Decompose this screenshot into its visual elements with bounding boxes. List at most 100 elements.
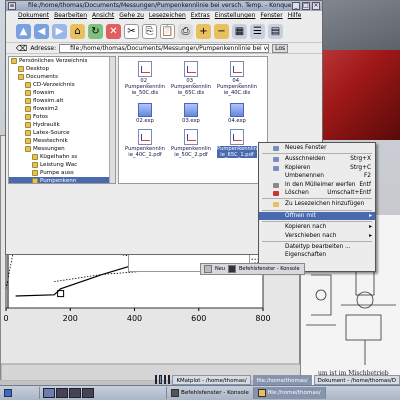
- menu-6[interactable]: Einstellungen: [215, 11, 256, 21]
- task-konqueror[interactable]: file:/home/thomas/: [252, 374, 312, 385]
- context-menu-label: Zu Lesezeichen hinzufügen: [285, 201, 365, 208]
- reload-icon[interactable]: ↻: [88, 24, 103, 39]
- home-icon[interactable]: ⌂: [70, 24, 85, 39]
- tree-item[interactable]: Desktop: [9, 65, 115, 73]
- clear-location-icon[interactable]: ⌫: [16, 44, 27, 53]
- tree-item[interactable]: flowsim: [9, 89, 115, 97]
- tree-item[interactable]: Pumpenkenn: [9, 177, 115, 183]
- up-arrow-icon[interactable]: ▲: [16, 24, 31, 39]
- file-item[interactable]: 03.exp: [171, 103, 211, 124]
- kde-menu-button[interactable]: [0, 387, 40, 399]
- icon-view-icon[interactable]: ▦: [232, 24, 247, 39]
- menu-5[interactable]: Extras: [191, 11, 210, 21]
- x-tick-label: 0: [3, 314, 8, 323]
- tree-item[interactable]: flowsim2: [9, 105, 115, 113]
- context-menu-label: Ausschneiden: [285, 156, 326, 163]
- pager-desktop-1[interactable]: [155, 375, 158, 384]
- context-menu-item[interactable]: Eigenschaften: [259, 251, 375, 259]
- konsole-icon: [228, 265, 236, 273]
- inner-task-konsole[interactable]: Befehlsfenster - Konsole: [239, 266, 300, 272]
- tree-item[interactable]: Messungen: [9, 145, 115, 153]
- pager-cell-2[interactable]: [56, 388, 68, 398]
- window-titlebar[interactable]: ≡ file:/home/thomas/Documents/Messungen/…: [6, 1, 322, 11]
- cut-icon[interactable]: ✂: [124, 24, 139, 39]
- back-arrow-icon[interactable]: ◀: [34, 24, 49, 39]
- menu-0[interactable]: Dokument: [18, 11, 49, 21]
- stop-icon[interactable]: ✕: [106, 24, 121, 39]
- tree-item-label: Messungen: [33, 146, 65, 152]
- sidebar-tree[interactable]: Persönliches Verzeichnis Desktop Documents…: [8, 56, 116, 184]
- go-button[interactable]: Los: [272, 43, 289, 53]
- context-menu-item[interactable]: Kopieren Strg+C: [259, 164, 375, 172]
- pdf-file-icon: [230, 129, 244, 145]
- file-item[interactable]: 04_ Pumpenkennlin ie_40C.dis: [217, 61, 257, 96]
- tree-item[interactable]: flowsim.alt: [9, 97, 115, 105]
- pager-cell-1[interactable]: [43, 388, 55, 398]
- menu-4[interactable]: Lesezeichen: [149, 11, 186, 21]
- menu-7[interactable]: Fenster: [260, 11, 282, 21]
- tree-item[interactable]: Hydraulik: [9, 121, 115, 129]
- tree-item[interactable]: Documents: [9, 73, 115, 81]
- tree-scrollbar[interactable]: [109, 57, 115, 183]
- context-menu-item[interactable]: Ausschneiden Strg+X: [259, 155, 375, 163]
- task-kmatplot[interactable]: KMatplot - /home/thomas/: [172, 374, 251, 385]
- context-menu-label: Kopieren nach: [285, 224, 327, 231]
- task-file-bottom[interactable]: file:/home/thomas/: [253, 387, 326, 399]
- maximize-icon[interactable]: □: [302, 2, 310, 10]
- file-icon-view[interactable]: 02_ Pumpenkennlin ie_50C.dis 03_ Pumpenkennl…: [118, 56, 268, 184]
- address-input[interactable]: [59, 43, 270, 53]
- context-menu-item[interactable]: Zu Lesezeichen hinzufügen: [259, 200, 375, 208]
- task-konsole-bottom[interactable]: Befehlsfenster - Konsole: [167, 387, 254, 399]
- tree-item[interactable]: Kügelhahn ss: [9, 153, 115, 161]
- file-item[interactable]: 02_ Pumpenkennlin ie_50C.dis: [125, 61, 165, 96]
- file-item[interactable]: Pumpenkennlin ie_40C_1.pdf: [125, 129, 165, 158]
- tree-item[interactable]: CD-Verzeichnis: [9, 81, 115, 89]
- tree-item[interactable]: Persönliches Verzeichnis: [9, 57, 115, 65]
- print-icon[interactable]: ⎙: [178, 24, 193, 39]
- context-menu-item[interactable]: Verschieben nach ▸: [259, 232, 375, 240]
- tree-item[interactable]: Messtechnik: [9, 137, 115, 145]
- context-menu-item[interactable]: Umbenennen F2: [259, 172, 375, 180]
- context-menu-item[interactable]: In den Mülleimer werfen Entf: [259, 181, 375, 189]
- forward-arrow-icon[interactable]: ▶: [52, 24, 67, 39]
- context-menu-item[interactable]: Löschen Umschalt+Entf: [259, 189, 375, 197]
- file-item[interactable]: Pumpenkennlin ie_65C_1.pdf: [217, 129, 257, 158]
- tree-item[interactable]: Pumpe auss: [9, 169, 115, 177]
- file-label: ie_50C.dis: [131, 90, 159, 96]
- pager-cell-4[interactable]: [82, 388, 94, 398]
- inner-task-new[interactable]: Neu: [215, 266, 225, 272]
- inner-desktop-icon[interactable]: [204, 265, 212, 273]
- pager-desktop-2[interactable]: [159, 375, 162, 384]
- menu-8[interactable]: Hilfe: [288, 11, 302, 21]
- paste-icon[interactable]: 📋: [160, 24, 175, 39]
- minimize-icon[interactable]: _: [292, 2, 300, 10]
- tree-item-label: Persönliches Verzeichnis: [19, 58, 88, 64]
- tree-item[interactable]: Fotos: [9, 113, 115, 121]
- menu-1[interactable]: Bearbeiten: [54, 11, 87, 21]
- copy-icon[interactable]: ⎘: [142, 24, 157, 39]
- list-view-icon[interactable]: ☰: [250, 24, 265, 39]
- file-item[interactable]: 04.exp: [217, 103, 257, 124]
- pager-desktop-4[interactable]: [168, 375, 171, 384]
- tree-item[interactable]: Leistung Wac: [9, 161, 115, 169]
- close-icon[interactable]: ×: [312, 2, 320, 10]
- zoom-in-icon[interactable]: +: [196, 24, 211, 39]
- context-menu[interactable]: Neues Fenster Ausschneiden Strg+X Kopieren S…: [258, 142, 376, 272]
- file-item[interactable]: 03_ Pumpenkennlin ie_65C.dis: [171, 61, 211, 96]
- context-menu-item[interactable]: Neues Fenster: [259, 144, 375, 152]
- menu-2[interactable]: Ansicht: [92, 11, 114, 21]
- context-menu-item[interactable]: Öffnen mit ▸: [259, 211, 375, 221]
- tree-item[interactable]: Latex-Source: [9, 129, 115, 137]
- task-document[interactable]: Dokument - /home/thomas/D: [313, 374, 400, 385]
- file-item[interactable]: Pumpenkennlin ie_50C_2.pdf: [171, 129, 211, 158]
- window-menu-icon[interactable]: ≡: [8, 2, 16, 10]
- detail-view-icon[interactable]: ▤: [268, 24, 283, 39]
- context-menu-item[interactable]: Dateityp bearbeiten ...: [259, 243, 375, 251]
- file-item[interactable]: 02.exp: [125, 103, 165, 124]
- zoom-out-icon[interactable]: −: [214, 24, 229, 39]
- pager-desktop-3[interactable]: [163, 375, 167, 384]
- context-menu-item[interactable]: Kopieren nach ▸: [259, 223, 375, 231]
- pager-cell-3[interactable]: [69, 388, 81, 398]
- menu-3[interactable]: Gehe zu: [119, 11, 144, 21]
- menu-separator: [262, 209, 372, 211]
